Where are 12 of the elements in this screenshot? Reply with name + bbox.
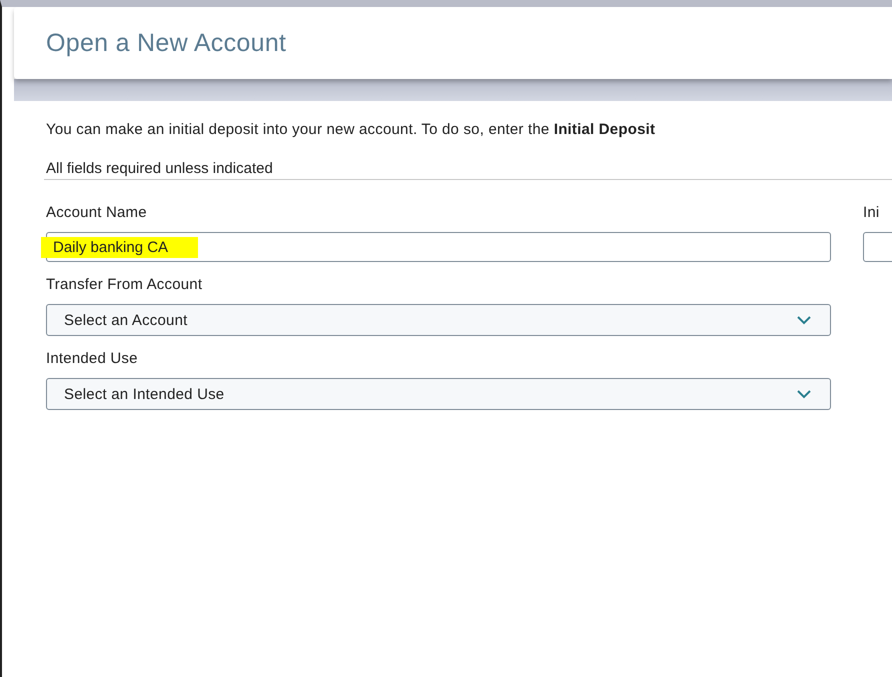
field-label: Intended Use: [46, 350, 139, 369]
intro-text: You can make an initial deposit into your new account. To do so, enter the Initial Deposit: [46, 121, 656, 138]
field-label: Account Name: [46, 204, 148, 223]
field-value: Daily banking CA: [41, 236, 198, 258]
field-label: Transfer From Account: [46, 276, 204, 295]
select-dropdown[interactable]: Select an Account: [46, 304, 831, 336]
page-title: Open a New Account: [46, 28, 286, 58]
required-note: All fields required unless indicated: [46, 160, 274, 179]
select-dropdown[interactable]: Select an Intended Use: [46, 378, 831, 410]
chevron-down-icon: [796, 389, 812, 399]
field-label: Ini: [863, 204, 880, 223]
chevron-down-icon: [796, 315, 812, 325]
